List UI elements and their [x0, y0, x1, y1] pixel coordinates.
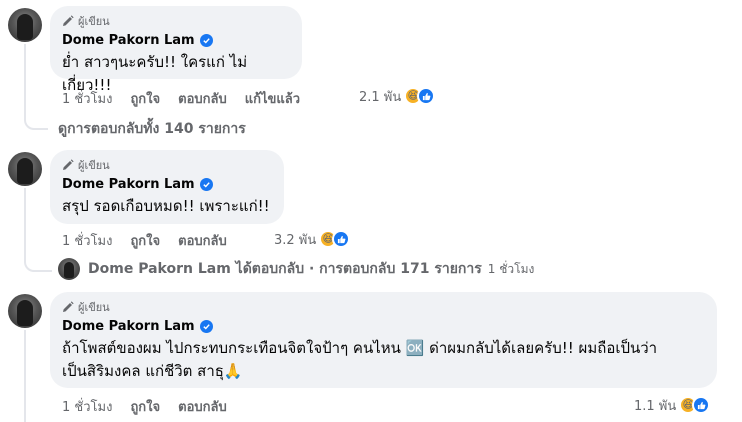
commenter-name[interactable]: Dome Pakorn Lam: [62, 319, 195, 334]
comment-text-line: เป็นสิริมงคล แก่ชีวิต สาธุ🙏: [62, 362, 243, 380]
comment-actions: 1 ชั่วโมง ถูกใจ ตอบกลับ แก้ไขแล้ว: [62, 89, 318, 107]
like-icon: [332, 230, 351, 248]
commenter-name[interactable]: Dome Pakorn Lam: [62, 177, 195, 192]
like-button[interactable]: ถูกใจ: [130, 396, 160, 417]
comment-time[interactable]: 1 ชั่วโมง: [62, 230, 112, 251]
verified-badge-icon: [199, 34, 213, 47]
comment-time[interactable]: 1 ชั่วโมง: [62, 88, 112, 109]
comment-bubble: ผู้เขียน Dome Pakorn Lam ย่ำ สาวๆนะครับ!…: [50, 6, 302, 94]
author-badge: ผู้เขียน: [62, 299, 705, 315]
like-button[interactable]: ถูกใจ: [130, 230, 160, 251]
pencil-icon: [63, 159, 74, 170]
commenter-name[interactable]: Dome Pakorn Lam: [62, 33, 195, 48]
author-badge-label: ผู้เขียน: [78, 301, 110, 314]
reply-button[interactable]: ตอบกลับ: [178, 88, 227, 109]
reaction-summary[interactable]: 1.1 พัน 😆: [634, 395, 711, 415]
avatar[interactable]: [8, 8, 42, 42]
thread-line: [24, 330, 26, 422]
pencil-icon: [63, 15, 74, 26]
reaction-count: 3.2 พัน: [274, 232, 317, 248]
author-badge-label: ผู้เขียน: [78, 159, 110, 172]
avatar[interactable]: [8, 294, 42, 328]
view-all-replies-link[interactable]: ดูการตอบกลับทั้ง 140 รายการ: [58, 118, 246, 140]
author-badge-label: ผู้เขียน: [78, 15, 110, 28]
edited-label[interactable]: แก้ไขแล้ว: [245, 88, 300, 109]
avatar[interactable]: [8, 152, 42, 186]
avatar: [58, 258, 80, 280]
comment-bubble: ผู้เขียน Dome Pakorn Lam สรุป รอดเกือบหม…: [50, 150, 284, 224]
reaction-count: 1.1 พัน: [634, 398, 677, 414]
reply-summary-text[interactable]: Dome Pakorn Lam ได้ตอบกลับ · การตอบกลับ …: [88, 258, 482, 280]
verified-badge-icon: [199, 178, 213, 191]
reaction-summary[interactable]: 3.2 พัน 😆: [274, 229, 351, 249]
reply-button[interactable]: ตอบกลับ: [178, 230, 227, 251]
thread-line: [24, 44, 26, 108]
pencil-icon: [63, 301, 74, 312]
comment-actions: 1 ชั่วโมง ถูกใจ ตอบกลับ: [62, 397, 245, 415]
reply-summary-time: 1 ชั่วโมง: [487, 261, 535, 276]
reaction-count: 2.1 พัน: [359, 89, 402, 105]
thread-line: [24, 188, 26, 250]
comment-text: สรุป รอดเกือบหมด!! เพราะแก่!!: [62, 197, 270, 215]
comment-text-line: ถ้าโพสต์ของผม ไปกระทบกระเทือนจิตใจป้าๆ ค…: [62, 339, 658, 357]
author-badge: ผู้เขียน: [62, 157, 272, 173]
reaction-summary[interactable]: 2.1 พัน 😆: [359, 86, 436, 106]
comment-actions: 1 ชั่วโมง ถูกใจ ตอบกลับ: [62, 231, 245, 249]
reply-summary-link[interactable]: Dome Pakorn Lam ได้ตอบกลับ · การตอบกลับ …: [58, 258, 534, 280]
reply-button[interactable]: ตอบกลับ: [178, 396, 227, 417]
comment-bubble: ผู้เขียน Dome Pakorn Lam ถ้าโพสต์ของผม ไ…: [50, 292, 717, 388]
thread-connector: [24, 100, 48, 130]
like-icon: [692, 396, 711, 414]
comment-time[interactable]: 1 ชั่วโมง: [62, 396, 112, 417]
like-button[interactable]: ถูกใจ: [130, 88, 160, 109]
like-icon: [417, 87, 436, 105]
verified-badge-icon: [199, 320, 213, 333]
author-badge: ผู้เขียน: [62, 13, 290, 29]
thread-connector: [24, 246, 52, 272]
